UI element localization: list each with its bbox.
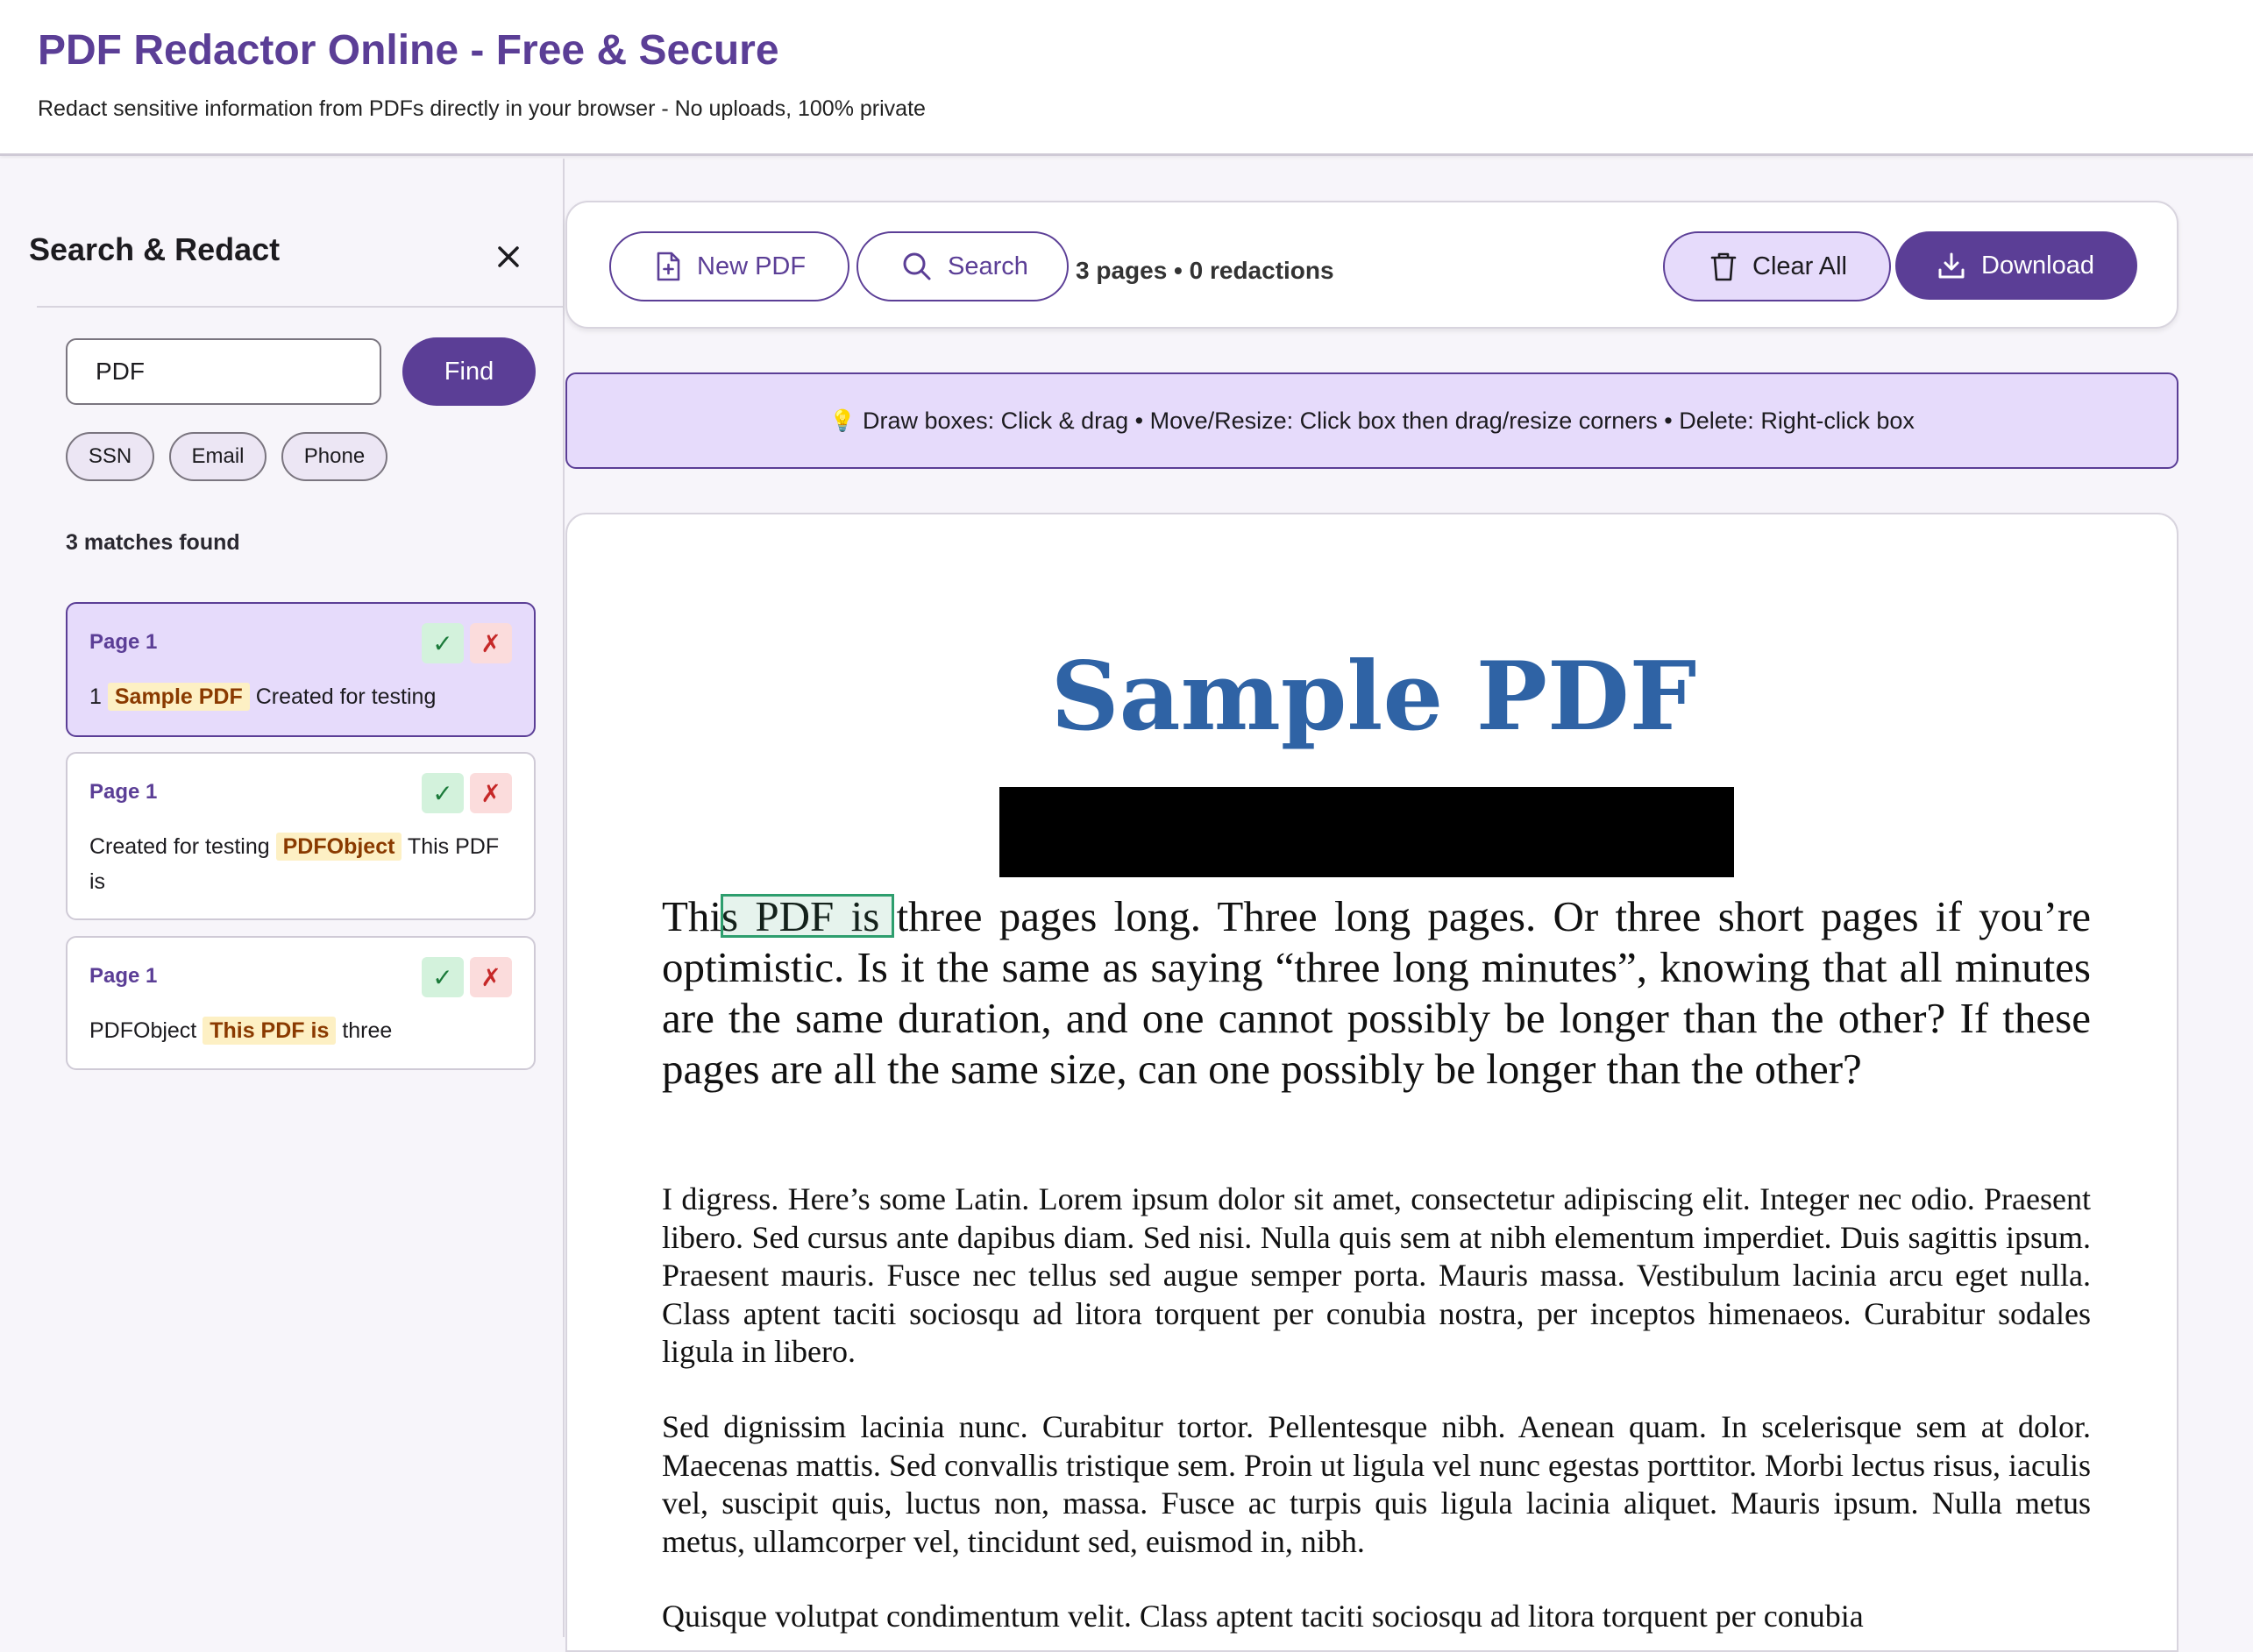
sidebar-title: Search & Redact <box>29 231 281 267</box>
lightbulb-icon: 💡 <box>829 408 856 433</box>
match-page-label: Page 1 <box>89 630 158 654</box>
pdf-viewer[interactable]: Sample PDF This PDF is three pages long.… <box>565 513 2178 1652</box>
accept-match-button[interactable]: ✓ <box>422 773 464 813</box>
pdf-paragraph: I digress. Here’s some Latin. Lorem ipsu… <box>662 1181 2091 1369</box>
check-icon: ✓ <box>432 779 453 807</box>
toolbar: New PDF Search 3 pages • 0 redactions Cl… <box>565 201 2178 329</box>
reject-match-button[interactable]: ✗ <box>470 957 512 997</box>
new-pdf-button[interactable]: New PDF <box>609 231 849 301</box>
match-card[interactable]: Page 1 ✓ ✗ Created for testing PDFObject… <box>66 752 536 920</box>
download-label: Download <box>1981 251 2094 280</box>
close-sidebar-button[interactable] <box>489 238 528 276</box>
trash-icon <box>1710 252 1737 281</box>
match-before: Created for testing <box>89 834 270 859</box>
pdf-title: Sample PDF <box>1050 642 1697 752</box>
search-sidebar: Search & Redact Find SSN Email Phone 3 m… <box>0 159 565 1637</box>
match-after: Created for testing <box>255 684 437 709</box>
x-icon: ✗ <box>480 779 501 807</box>
x-icon: ✗ <box>480 629 501 657</box>
match-page-label: Page 1 <box>89 964 158 988</box>
download-icon <box>1938 252 1965 279</box>
match-selection-box[interactable] <box>721 894 894 938</box>
preset-email-chip[interactable]: Email <box>169 432 267 481</box>
search-icon <box>903 252 931 280</box>
match-highlight: Sample PDF <box>107 683 250 711</box>
match-highlight: This PDF is <box>203 1017 337 1045</box>
accept-match-button[interactable]: ✓ <box>422 957 464 997</box>
search-button[interactable]: Search <box>856 231 1069 301</box>
pdf-paragraph: Quisque volutpat condimentum velit. Clas… <box>662 1599 1864 1634</box>
redaction-box[interactable] <box>999 787 1734 877</box>
match-card[interactable]: Page 1 ✓ ✗ 1 Sample PDF Created for test… <box>66 602 536 737</box>
match-before: 1 <box>89 684 102 709</box>
check-icon: ✓ <box>432 963 453 991</box>
preset-phone-chip[interactable]: Phone <box>281 432 387 481</box>
search-input[interactable] <box>66 338 381 405</box>
match-context: Created for testing PDFObject This PDF i… <box>89 829 519 899</box>
x-icon: ✗ <box>480 963 501 991</box>
search-label: Search <box>948 252 1028 280</box>
clear-all-label: Clear All <box>1752 252 1847 280</box>
find-button[interactable]: Find <box>402 337 536 406</box>
usage-hint-text: Draw boxes: Click & drag • Move/Resize: … <box>863 407 1915 434</box>
download-button[interactable]: Download <box>1895 231 2137 300</box>
preset-ssn-chip[interactable]: SSN <box>66 432 154 481</box>
match-before: PDFObject <box>89 1018 197 1043</box>
usage-hint-bar: 💡 Draw boxes: Click & drag • Move/Resize… <box>565 372 2178 469</box>
matches-count: 3 matches found <box>66 530 240 555</box>
match-page-label: Page 1 <box>89 780 158 804</box>
match-context: 1 Sample PDF Created for testing <box>89 679 519 714</box>
close-icon <box>498 246 519 267</box>
reject-match-button[interactable]: ✗ <box>470 773 512 813</box>
app-subtitle: Redact sensitive information from PDFs d… <box>38 96 926 121</box>
pdf-paragraph: Sed dignissim lacinia nunc. Curabitur to… <box>662 1409 2091 1559</box>
accept-match-button[interactable]: ✓ <box>422 623 464 663</box>
app-title: PDF Redactor Online - Free & Secure <box>38 27 779 74</box>
file-plus-icon <box>657 252 680 281</box>
reject-match-button[interactable]: ✗ <box>470 623 512 663</box>
match-card[interactable]: Page 1 ✓ ✗ PDFObject This PDF is three <box>66 936 536 1070</box>
match-context: PDFObject This PDF is three <box>89 1013 519 1048</box>
clear-all-button[interactable]: Clear All <box>1663 231 1891 301</box>
match-highlight: PDFObject <box>275 833 402 861</box>
match-after: three <box>342 1018 393 1043</box>
new-pdf-label: New PDF <box>697 252 807 280</box>
app-header: PDF Redactor Online - Free & Secure Reda… <box>0 0 2253 156</box>
check-icon: ✓ <box>432 629 453 657</box>
document-status: 3 pages • 0 redactions <box>1076 257 1334 284</box>
